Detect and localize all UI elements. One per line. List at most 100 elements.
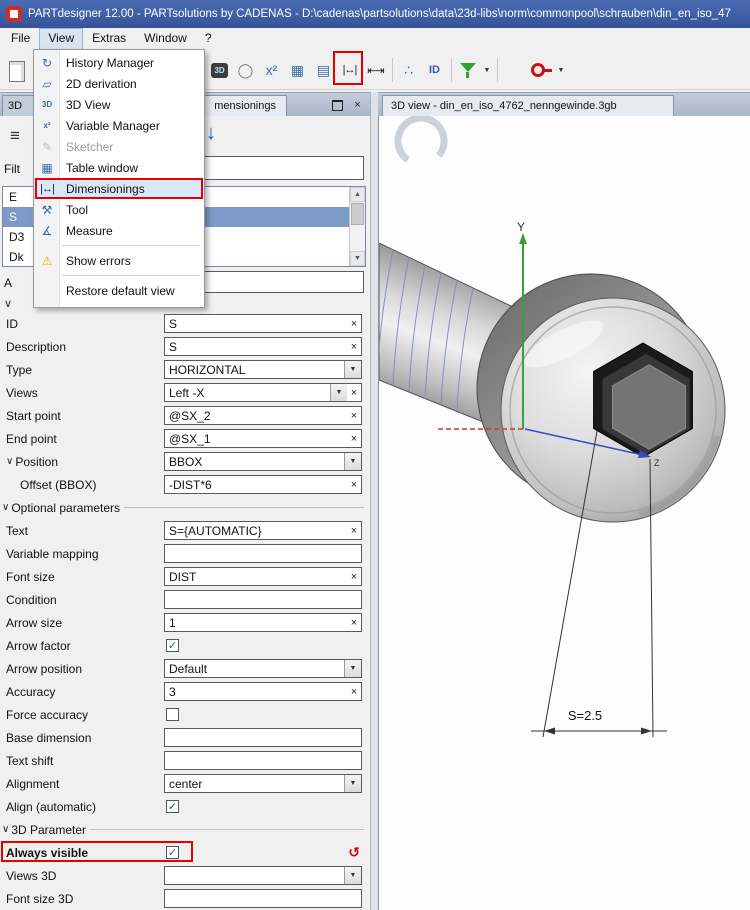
checkbox[interactable]: ✓ — [166, 846, 179, 859]
value-box[interactable]: @SX_1 × — [164, 429, 362, 448]
new-document-icon[interactable] — [4, 57, 29, 85]
menu-item-show-errors[interactable]: ⚠ Show errors — [34, 250, 204, 271]
dropdown-button[interactable]: ▼ — [344, 867, 361, 884]
menu-help[interactable]: ? — [196, 28, 221, 50]
tab-3d-view-fragment[interactable]: 3D — [2, 95, 34, 116]
menu-item-3d-view[interactable]: 3D 3D View — [34, 94, 204, 115]
group-expander-icon[interactable]: ∨ — [4, 297, 12, 310]
tab-3d-view[interactable]: 3D view - din_en_iso_4762_nenngewinde.3g… — [382, 95, 674, 116]
filter-caret-icon-glyph: ▼ — [483, 66, 491, 74]
value-box[interactable] — [164, 728, 362, 747]
value-text: 1 — [169, 615, 176, 630]
clear-button[interactable]: × — [347, 525, 361, 537]
clear-button[interactable]: × — [347, 410, 361, 422]
value-box[interactable] — [164, 751, 362, 770]
clear-button[interactable]: × — [347, 617, 361, 629]
dropdown-button[interactable]: ▼ — [330, 384, 347, 401]
value-box[interactable]: HORIZONTAL ▼ — [164, 360, 362, 379]
expander-icon[interactable]: ∨ — [6, 456, 13, 467]
menu-item-history-manager[interactable]: ↻ History Manager — [34, 52, 204, 73]
filter-icon[interactable] — [455, 56, 480, 84]
scroll-up-icon[interactable]: ▲ — [350, 187, 365, 202]
value-box[interactable]: 1 × — [164, 613, 362, 632]
scroll-down-icon[interactable]: ▼ — [350, 251, 365, 266]
close-panel-button[interactable]: × — [349, 97, 366, 113]
menu-item-tool[interactable]: ⚒ Tool — [34, 199, 204, 220]
menu-item-table-window[interactable]: ▦ Table window — [34, 157, 204, 178]
property-row-id: ID S × — [0, 312, 370, 335]
menu-item-label: Restore default view — [66, 283, 175, 298]
form-icon[interactable]: ▤ — [311, 56, 336, 84]
connections-icon[interactable]: ∴ — [396, 56, 421, 84]
menu-view[interactable]: View — [39, 28, 84, 50]
property-value: Default ▼ — [164, 659, 362, 678]
table-window-icon[interactable]: ▦ — [285, 56, 310, 84]
dropdown-button[interactable]: ▼ — [344, 775, 361, 792]
dropdown-button[interactable]: ▼ — [344, 453, 361, 470]
dropdown-button[interactable]: ▼ — [344, 660, 361, 677]
menu-item-dimensionings[interactable]: |↔| Dimensionings — [34, 178, 204, 199]
value-box[interactable]: Default ▼ — [164, 659, 362, 678]
clear-button[interactable]: × — [347, 387, 361, 399]
value-box[interactable]: 3 × — [164, 682, 362, 701]
id-icon[interactable]: ID — [422, 56, 447, 84]
clear-button[interactable]: × — [347, 433, 361, 445]
list-scrollbar[interactable]: ▲ ▼ — [349, 187, 365, 266]
clear-button[interactable]: × — [347, 571, 361, 583]
property-label: Force accuracy — [0, 708, 164, 722]
menu-item-measure[interactable]: ∡ Measure — [34, 220, 204, 241]
panel-splitter[interactable] — [370, 92, 378, 910]
reset-icon[interactable]: ↺ — [348, 844, 360, 861]
value-box[interactable] — [164, 544, 362, 563]
dimensionings-icon[interactable]: |↔| — [337, 56, 362, 84]
menu-item-restore-default-view[interactable]: Restore default view — [34, 280, 204, 301]
scrollbar-thumb[interactable] — [351, 203, 364, 225]
clear-button[interactable]: × — [347, 341, 361, 353]
value-box[interactable]: Left -X ▼ × — [164, 383, 362, 402]
checkbox[interactable]: ✓ — [166, 800, 179, 813]
value-box[interactable]: BBOX ▼ — [164, 452, 362, 471]
key-icon[interactable] — [529, 56, 554, 84]
section-line — [124, 507, 364, 508]
dimension-text: S=2.5 — [568, 708, 602, 723]
dropdown-button[interactable]: ▼ — [344, 361, 361, 378]
expander-icon[interactable]: ∨ — [2, 502, 9, 513]
checkbox[interactable] — [166, 708, 179, 721]
dimension-horizontal-icon[interactable]: ⇤⇥ — [363, 56, 388, 84]
property-grid: ID S × Description S × Type HORIZONTAL ▼ Views Lef… — [0, 312, 370, 910]
view-3d-icon[interactable]: 3D — [207, 56, 232, 84]
menu-file[interactable]: File — [2, 28, 39, 50]
value-box[interactable]: center ▼ — [164, 774, 362, 793]
menu-item-2d-derivation[interactable]: ▱ 2D derivation — [34, 73, 204, 94]
value-box[interactable]: DIST × — [164, 567, 362, 586]
value-box[interactable] — [164, 590, 362, 609]
clear-button[interactable]: × — [347, 318, 361, 330]
checkbox[interactable]: ✓ — [166, 639, 179, 652]
property-value: ✓ ↺ — [164, 843, 362, 862]
menu-item-variable-manager[interactable]: x² Variable Manager — [34, 115, 204, 136]
menu-window[interactable]: Window — [135, 28, 196, 50]
move-down-icon[interactable]: ↓ — [206, 122, 216, 145]
menu-extras[interactable]: Extras — [83, 28, 135, 50]
menu-item-sketcher[interactable]: ✎ Sketcher — [34, 136, 204, 157]
value-box[interactable] — [164, 889, 362, 908]
3d-scene[interactable]: Y Z S=2.5 — [379, 116, 750, 910]
clear-button[interactable]: × — [347, 479, 361, 491]
restore-panel-button[interactable] — [329, 97, 346, 113]
property-row-text: Text S={AUTOMATIC} × — [0, 519, 370, 542]
expander-icon[interactable]: ∨ — [2, 824, 9, 835]
value-box[interactable]: @SX_2 × — [164, 406, 362, 425]
value-box[interactable]: ▼ — [164, 866, 362, 885]
value-box[interactable]: S × — [164, 337, 362, 356]
panel-menu-icon[interactable]: ≡ — [10, 126, 20, 146]
table-window-icon: ▦ — [41, 160, 53, 175]
variable-manager-icon[interactable]: x² — [259, 56, 284, 84]
value-box[interactable]: S={AUTOMATIC} × — [164, 521, 362, 540]
value-box[interactable]: -DIST*6 × — [164, 475, 362, 494]
filter-caret-icon[interactable]: ▼ — [481, 56, 493, 84]
clear-button[interactable]: × — [347, 686, 361, 698]
value-text: center — [169, 776, 203, 791]
derivation-2d-icon[interactable]: ◯ — [233, 56, 258, 84]
value-box[interactable]: S × — [164, 314, 362, 333]
key-caret-icon[interactable]: ▼ — [555, 56, 567, 84]
